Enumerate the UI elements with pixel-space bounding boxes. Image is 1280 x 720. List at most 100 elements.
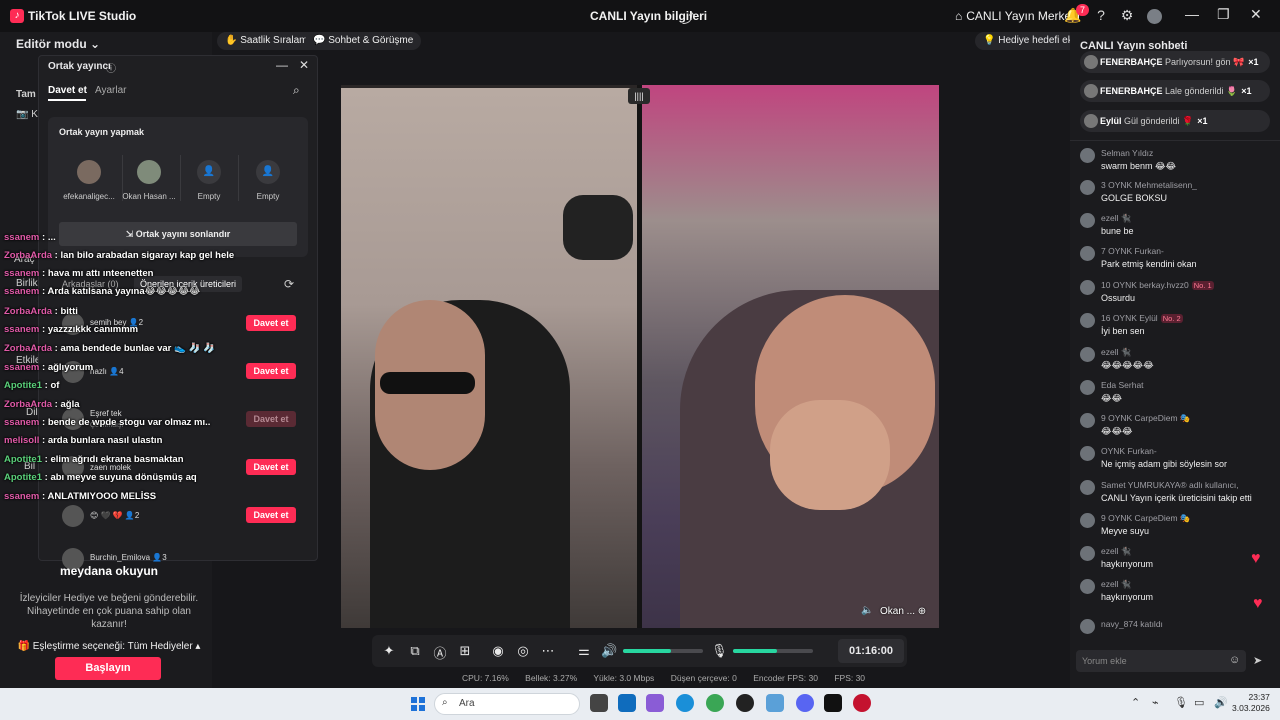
edge-icon[interactable] (676, 694, 694, 712)
chat-text: Meyve suyu (1101, 526, 1150, 536)
tray-chevron-icon[interactable]: ⌃ (1131, 696, 1140, 709)
gear-icon[interactable]: ⚙ (1118, 7, 1136, 24)
invite-button[interactable]: Davet et (246, 459, 296, 475)
chrome-icon[interactable] (706, 694, 724, 712)
speaker-tray-icon[interactable]: 🔊 (1214, 696, 1228, 709)
chat-text: Ossurdu (1101, 293, 1136, 303)
chat-text: swarm benm 😂😂 (1101, 161, 1177, 171)
copilot-icon[interactable] (646, 694, 664, 712)
chat-message[interactable]: ezell 🐈‍⬛ haykırıyorum (1080, 546, 1265, 576)
outlook-icon[interactable] (618, 694, 636, 712)
close-icon[interactable]: ✕ (299, 58, 309, 72)
taskbar-search[interactable]: Ara (434, 693, 580, 715)
invite-button[interactable]: Davet et (246, 363, 296, 379)
chat-message[interactable]: 16 OYNK Eylül No. 2 İyi ben sen (1080, 313, 1265, 343)
minimize-icon[interactable]: — (276, 58, 288, 72)
display-icon[interactable]: ▭ (1194, 696, 1204, 709)
editor-mode-dropdown[interactable]: Editör modu ⌄ (16, 37, 100, 51)
app-icon[interactable] (736, 694, 754, 712)
refresh-icon[interactable]: ⟳ (284, 277, 294, 291)
mic-tray-icon[interactable]: 🎙 (1174, 696, 1188, 709)
more-icon[interactable]: ⋯ (540, 643, 556, 659)
system-clock[interactable]: 23:37 3.03.2026 (1232, 692, 1270, 714)
chat-message[interactable]: Samet YUMRUKAYA® adlı kullanıcı, CANLI Ya… (1080, 480, 1265, 510)
chat-username: navy_874 katıldı (1101, 619, 1163, 629)
chat-message[interactable]: 9 OYNK CarpeDiem 🎭 😂😂😂 (1080, 413, 1265, 443)
live-center-button[interactable]: ⌂ CANLI Yayın Merkezi (955, 9, 1080, 23)
battle-promo: meydana okuyun İzleyiciler Hediye ve beğ… (14, 528, 204, 652)
chat-message[interactable]: 10 OYNK berkay.hvzz0 No. 1 Ossurdu (1080, 280, 1265, 310)
discord-icon[interactable] (796, 694, 814, 712)
chat-message[interactable]: navy_874 katıldı (1080, 619, 1265, 649)
windows-start-icon[interactable] (411, 697, 425, 711)
chat-username: Eda Serhat (1101, 380, 1144, 390)
tab-settings[interactable]: Ayarlar (95, 85, 127, 96)
chat-message[interactable]: Selman Yıldız swarm benm 😂😂 (1080, 148, 1265, 178)
cohost-slot[interactable]: 👤 Empty (239, 160, 297, 201)
volume-icon[interactable]: 🔊 (601, 643, 617, 659)
cpu-stat: CPU: 7.16% (462, 673, 509, 683)
chat-message[interactable]: ezell 🐈‍⬛ 😂😂😂😂😂 (1080, 347, 1265, 377)
emoji-icon[interactable]: ☺ (1229, 654, 1240, 666)
live-timer: 01:16:00 (838, 639, 904, 663)
chat-message[interactable]: OYNK Furkan- Ne içmiş adam gibi söylesin … (1080, 446, 1265, 476)
cohost-slot[interactable]: Okan Hasan ... (120, 160, 178, 201)
mic-level (733, 649, 777, 653)
search-icon: ⌕ (442, 697, 448, 708)
chat-message[interactable]: 3 OYNK Mehmetalisenn_ GOLGE BOKSU (1080, 180, 1265, 210)
tab-invite[interactable]: Davet et (48, 85, 87, 96)
chat-text: haykırıyorum (1101, 592, 1154, 602)
ai-icon[interactable]: Ⓐ (432, 643, 448, 662)
video-divider (637, 85, 642, 628)
cohost-slot[interactable]: 👤 Empty (180, 160, 238, 201)
close-icon[interactable]: ✕ (1250, 6, 1262, 23)
chat-username: melisoll (4, 435, 40, 446)
add-source-icon[interactable]: ⊞ (457, 643, 473, 659)
chat-meta: navy_874 katıldı (1101, 619, 1163, 629)
tiktok-icon[interactable] (824, 694, 842, 712)
split-handle-icon[interactable]: |||| (628, 88, 650, 104)
mixer-icon[interactable]: ⚌ (576, 643, 592, 659)
network-icon[interactable]: ⌁ (1152, 696, 1159, 709)
camera-icon: 📷 (16, 109, 32, 120)
memory-stat: Bellek: 3.27% (525, 673, 578, 683)
speaker-icon[interactable]: 🔈 (861, 605, 873, 616)
taskview-icon[interactable] (590, 694, 608, 712)
magic-wand-icon[interactable]: ✦ (381, 643, 397, 659)
cohost-slot[interactable]: efekanaligec... (60, 160, 118, 201)
chat-message[interactable]: ezell 🐈‍⬛ haykırıyorum (1080, 579, 1265, 609)
chat-message[interactable]: 7 OYNK Furkan- Park etmiş kendini okan (1080, 246, 1265, 276)
start-button[interactable]: Başlayın (55, 657, 161, 680)
chat-message[interactable]: ezell 🐈‍⬛ bune be (1080, 213, 1265, 243)
comment-input[interactable]: Yorum ekle (1076, 650, 1246, 672)
microphone-icon[interactable]: 🎙 (711, 643, 728, 659)
chat-username: ezell 🐈‍⬛ (1101, 347, 1132, 357)
chat-text: : ağlıyorum (39, 362, 94, 373)
chat-username: Apotite1 (4, 472, 42, 483)
invite-button[interactable]: Davet et (246, 507, 296, 523)
send-icon[interactable]: ➤ (1253, 654, 1262, 667)
fps-stat: FPS: 30 (834, 673, 866, 683)
help-icon[interactable]: ⓘ (106, 60, 116, 75)
settings-app-icon[interactable] (766, 694, 784, 712)
chat-username: ssanem (4, 268, 40, 279)
record-icon[interactable]: ◉ (490, 643, 506, 659)
stream-icon[interactable]: ◎ (515, 643, 531, 659)
guest-name-tag[interactable]: Okan ... ⊕ (880, 606, 926, 617)
end-cohost-button[interactable]: ⇲ Ortak yayını sonlandır (59, 222, 297, 246)
share-icon[interactable]: ⤴ (682, 8, 695, 27)
media-app-icon[interactable] (853, 694, 871, 712)
layout-icon[interactable]: ⧉ (407, 643, 423, 659)
chat-username: 3 OYNK Mehmetalisenn_ (1101, 180, 1197, 190)
match-option[interactable]: 🎁 Eşleştirme seçeneği: Tüm Hediyeler ▴ (14, 641, 204, 652)
minimize-icon[interactable]: — (1185, 6, 1199, 22)
chat-call-chip[interactable]: 💬 Sohbet & Görüşme (305, 32, 422, 50)
invite-button[interactable]: Davet et (246, 315, 296, 331)
help-icon[interactable]: ? (1092, 7, 1110, 23)
chat-message[interactable]: Eda Serhat 😂😂 (1080, 380, 1265, 410)
profile-avatar[interactable] (1147, 9, 1162, 24)
search-icon[interactable]: ⌕ (293, 83, 300, 98)
chat-message[interactable]: 9 OYNK CarpeDiem 🎭 Meyve suyu (1080, 513, 1265, 543)
chat-meta: 16 OYNK Eylül No. 2 (1101, 313, 1183, 323)
maximize-icon[interactable]: ❐ (1217, 6, 1230, 23)
